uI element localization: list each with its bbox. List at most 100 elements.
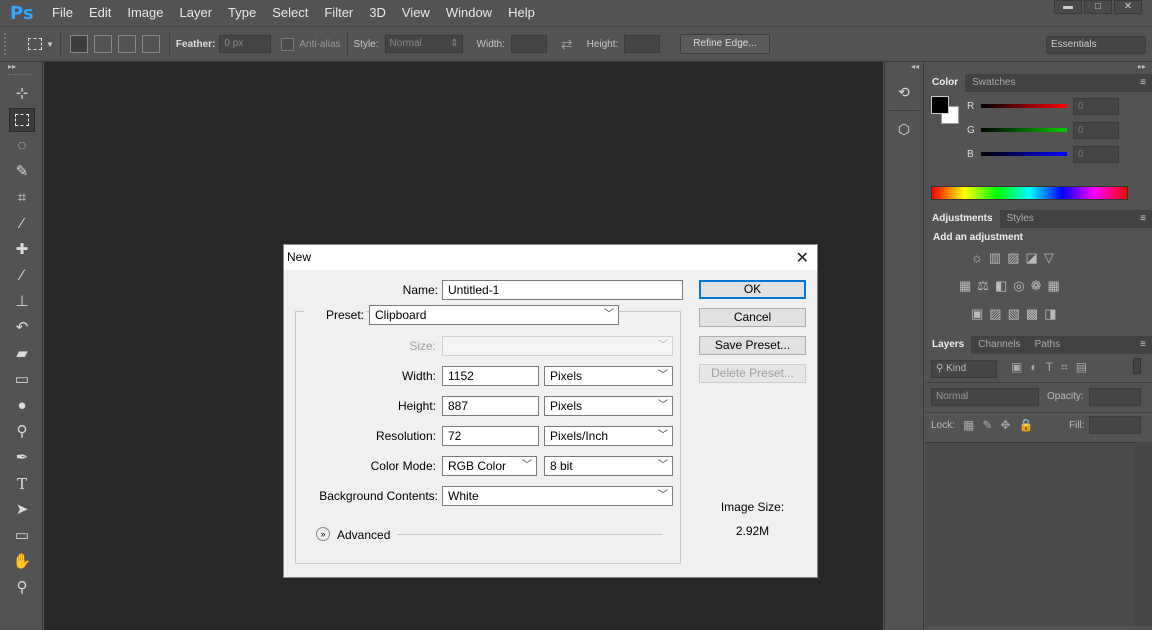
size-select[interactable]: ﹀ bbox=[442, 336, 673, 356]
shape-filter-icon[interactable]: ⌗ bbox=[1061, 360, 1068, 375]
hand-tool-icon[interactable]: ✋ bbox=[9, 550, 35, 574]
menu-window[interactable]: Window bbox=[438, 0, 500, 26]
new-selection-icon[interactable] bbox=[69, 35, 88, 53]
menu-edit[interactable]: Edit bbox=[81, 0, 119, 26]
posterize-icon[interactable]: ▨ bbox=[989, 306, 1001, 322]
brush-tool-icon[interactable]: ∕ bbox=[9, 264, 35, 288]
panel-menu-icon[interactable]: ≡ bbox=[1140, 74, 1146, 92]
feather-input[interactable]: 0 px bbox=[219, 35, 272, 53]
height-input[interactable]: 887 bbox=[442, 396, 539, 416]
quick-selection-tool-icon[interactable]: ✎ bbox=[9, 160, 35, 184]
adjustment-filter-icon[interactable]: ◐ bbox=[1030, 360, 1037, 375]
panel-menu-icon[interactable]: ≡ bbox=[1140, 210, 1146, 228]
collapse-icon[interactable]: ▸▸ bbox=[0, 62, 42, 74]
red-value-input[interactable]: 0 bbox=[1073, 97, 1119, 115]
height-unit-select[interactable]: Pixels ﹀ bbox=[544, 396, 673, 416]
clone-stamp-tool-icon[interactable]: ⊥ bbox=[9, 290, 35, 314]
menu-help[interactable]: Help bbox=[500, 0, 543, 26]
intersect-selection-icon[interactable] bbox=[141, 35, 160, 53]
layers-list[interactable] bbox=[925, 442, 1135, 626]
green-slider[interactable] bbox=[981, 128, 1067, 132]
fill-input[interactable] bbox=[1089, 416, 1141, 434]
background-contents-select[interactable]: White ﹀ bbox=[442, 486, 673, 506]
menu-3d[interactable]: 3D bbox=[361, 0, 394, 26]
green-value-input[interactable]: 0 bbox=[1073, 121, 1119, 139]
menu-filter[interactable]: Filter bbox=[316, 0, 361, 26]
menu-select[interactable]: Select bbox=[264, 0, 316, 26]
red-slider[interactable] bbox=[981, 104, 1067, 108]
swap-arrows-icon[interactable]: ⇄ bbox=[561, 36, 573, 53]
zoom-tool-icon[interactable]: ⚲ bbox=[9, 576, 35, 600]
crop-tool-icon[interactable]: ⌗ bbox=[9, 186, 35, 210]
layers-scrollbar[interactable] bbox=[1135, 442, 1152, 626]
hue-saturation-icon[interactable]: ▦ bbox=[959, 278, 971, 294]
grip-handle[interactable] bbox=[4, 33, 14, 55]
kind-filter-select[interactable]: ⚲ Kind bbox=[931, 360, 997, 378]
add-to-selection-icon[interactable] bbox=[93, 35, 112, 53]
ok-button[interactable]: OK bbox=[699, 280, 806, 299]
width-unit-select[interactable]: Pixels ﹀ bbox=[544, 366, 673, 386]
refine-edge-button[interactable]: Refine Edge... bbox=[680, 34, 770, 54]
path-selection-tool-icon[interactable]: ➤ bbox=[9, 498, 35, 522]
type-filter-icon[interactable]: T bbox=[1046, 360, 1053, 375]
subtract-from-selection-icon[interactable] bbox=[117, 35, 136, 53]
history-panel-icon[interactable]: ⟲ bbox=[891, 80, 917, 104]
delete-preset-button[interactable]: Delete Preset... bbox=[699, 364, 806, 383]
bit-depth-select[interactable]: 8 bit ﹀ bbox=[544, 456, 673, 476]
smart-object-filter-icon[interactable]: ▤ bbox=[1076, 360, 1087, 375]
exposure-icon[interactable]: ◪ bbox=[1026, 250, 1038, 266]
blue-value-input[interactable]: 0 bbox=[1073, 145, 1119, 163]
photo-filter-icon[interactable]: ◎ bbox=[1013, 278, 1024, 294]
tab-paths[interactable]: Paths bbox=[1028, 336, 1068, 354]
blur-tool-icon[interactable]: ● bbox=[9, 394, 35, 418]
cancel-button[interactable]: Cancel bbox=[699, 308, 806, 327]
name-input[interactable]: Untitled-1 bbox=[442, 280, 683, 300]
height-input[interactable] bbox=[624, 35, 661, 53]
gradient-map-icon[interactable]: ▩ bbox=[1026, 306, 1038, 322]
color-mode-select[interactable]: RGB Color ﹀ bbox=[442, 456, 537, 476]
filter-toggle[interactable] bbox=[1133, 358, 1141, 374]
rectangle-tool-icon[interactable]: ▭ bbox=[9, 524, 35, 548]
minimize-button[interactable]: ▬ bbox=[1054, 0, 1082, 14]
workspace-select[interactable]: Essentials bbox=[1046, 36, 1146, 54]
healing-brush-tool-icon[interactable]: ✚ bbox=[9, 238, 35, 262]
close-window-button[interactable]: ✕ bbox=[1114, 0, 1142, 14]
selective-color-icon[interactable]: ◨ bbox=[1044, 306, 1056, 322]
dodge-tool-icon[interactable]: ⚲ bbox=[9, 420, 35, 444]
tab-styles[interactable]: Styles bbox=[1000, 210, 1041, 228]
preset-select[interactable]: Clipboard ﹀ bbox=[369, 305, 619, 325]
menu-file[interactable]: File bbox=[44, 0, 81, 26]
panel-menu-icon[interactable]: ≡ bbox=[1140, 336, 1146, 354]
grip-handle[interactable] bbox=[8, 74, 34, 78]
save-preset-button[interactable]: Save Preset... bbox=[699, 336, 806, 355]
blend-mode-select[interactable]: Normal bbox=[931, 388, 1039, 406]
resolution-unit-select[interactable]: Pixels/Inch ﹀ bbox=[544, 426, 673, 446]
color-balance-icon[interactable]: ⚖ bbox=[977, 278, 989, 294]
maximize-button[interactable]: □ bbox=[1084, 0, 1112, 14]
lasso-tool-icon[interactable]: ◌ bbox=[9, 134, 35, 158]
opacity-input[interactable] bbox=[1089, 388, 1141, 406]
lock-image-icon[interactable]: ✎ bbox=[982, 418, 992, 432]
advanced-toggle-icon[interactable]: » bbox=[316, 527, 330, 541]
brightness-contrast-icon[interactable]: ☼ bbox=[971, 250, 983, 266]
channel-mixer-icon[interactable]: ❁ bbox=[1031, 278, 1042, 294]
antialias-checkbox[interactable] bbox=[281, 37, 295, 51]
vibrance-icon[interactable]: ▽ bbox=[1044, 250, 1054, 266]
menu-view[interactable]: View bbox=[394, 0, 438, 26]
eyedropper-tool-icon[interactable]: ⁄ bbox=[9, 212, 35, 236]
width-input[interactable]: 1152 bbox=[442, 366, 539, 386]
width-input[interactable] bbox=[510, 35, 547, 53]
rect-marquee-preset-icon[interactable] bbox=[28, 38, 42, 50]
gradient-tool-icon[interactable]: ▭ bbox=[9, 368, 35, 392]
blue-slider[interactable] bbox=[981, 152, 1067, 156]
menu-type[interactable]: Type bbox=[220, 0, 264, 26]
tab-swatches[interactable]: Swatches bbox=[965, 74, 1022, 92]
pen-tool-icon[interactable]: ✒ bbox=[9, 446, 35, 470]
curves-icon[interactable]: ▨ bbox=[1007, 250, 1019, 266]
chevron-down-icon[interactable]: ▼ bbox=[46, 40, 54, 49]
lock-all-icon[interactable]: 🔒 bbox=[1018, 418, 1033, 432]
marquee-tool-icon[interactable] bbox=[9, 108, 35, 132]
invert-icon[interactable]: ▣ bbox=[971, 306, 983, 322]
move-tool-icon[interactable]: ⊹ bbox=[9, 82, 35, 106]
close-icon[interactable]: ✕ bbox=[796, 248, 809, 268]
